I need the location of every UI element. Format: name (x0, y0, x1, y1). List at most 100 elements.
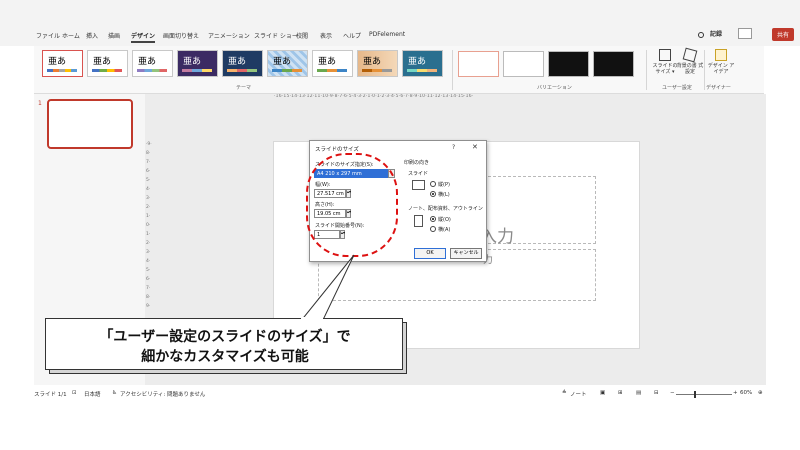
design-ideas-button[interactable]: デザイン アイデア (706, 49, 736, 85)
zoom-out-icon[interactable]: − (670, 390, 675, 396)
portrait-page-icon (414, 215, 423, 227)
zoom-in-icon[interactable]: + (733, 390, 738, 396)
theme-5[interactable]: 亜あ (222, 50, 263, 77)
tab-animations[interactable]: アニメーション (208, 31, 250, 40)
tab-pdfelement[interactable]: PDFelement (369, 31, 405, 38)
callout-line-2: 細かなカスタマイズも可能 (141, 349, 309, 365)
theme-office[interactable]: 亜あ (42, 50, 83, 77)
zoom-slider-track[interactable] (676, 394, 732, 395)
designer-group-label: デザイナー (706, 85, 731, 91)
tab-help[interactable]: ヘルプ (343, 31, 361, 40)
slide-count: スライド 1/1 (34, 392, 67, 398)
ok-button[interactable]: OK (414, 248, 446, 259)
variant-4[interactable] (593, 51, 634, 77)
notes-portrait-radio[interactable] (430, 216, 436, 222)
cancel-button[interactable]: キャンセル (450, 248, 482, 259)
theme-sample-text: 亜あ (48, 57, 67, 67)
theme-8[interactable]: 亜あ (357, 50, 398, 77)
tab-home[interactable]: ホーム (62, 31, 80, 40)
reading-view-icon[interactable]: ▤ (636, 390, 641, 396)
help-button[interactable]: ? (452, 144, 455, 151)
highlight-circle (306, 153, 398, 257)
theme-colors-strip (362, 69, 392, 72)
theme-sample-text: 亜あ (138, 57, 157, 67)
theme-sample-text: 亜あ (183, 57, 202, 67)
powerpoint-window: ファイル ホーム 挿入 描画 デザイン 画面切り替え アニメーション スライド … (0, 0, 800, 450)
theme-sample-text: 亜あ (228, 57, 247, 67)
tab-insert[interactable]: 挿入 (86, 31, 98, 40)
variants-group-label: バリエーション (537, 85, 572, 91)
ribbon-tab-bar: ファイル ホーム 挿入 描画 デザイン 画面切り替え アニメーション スライド … (0, 0, 800, 46)
close-button[interactable]: ✕ (472, 143, 478, 151)
zoom-slider-handle[interactable] (694, 391, 696, 398)
tab-file[interactable]: ファイル (36, 31, 60, 40)
callout-line-1: 「ユーザー設定のスライドのサイズ」で (99, 329, 351, 345)
themes-group-label: テーマ (236, 85, 252, 91)
slide-landscape-radio[interactable] (430, 191, 436, 197)
tab-design[interactable]: デザイン (131, 31, 156, 43)
notes-button[interactable]: ノート (570, 390, 587, 398)
tab-view[interactable]: 表示 (320, 31, 332, 40)
theme-colors-strip (92, 69, 122, 72)
zoom-level[interactable]: 60% (740, 390, 752, 396)
accessibility-icon: ♿ (112, 390, 117, 396)
language-status[interactable]: 日本語 (84, 390, 101, 398)
theme-sample-text: 亜あ (363, 57, 382, 67)
slide-sorter-icon[interactable]: ⊞ (618, 390, 623, 396)
slide-thumbnail[interactable] (47, 99, 133, 149)
top-right-controls: 記録 (697, 29, 722, 38)
slide-portrait-radio[interactable] (430, 181, 436, 187)
slide-orientation-label: スライド (408, 171, 429, 177)
format-background-button[interactable]: 背景の書 式設定 (675, 47, 705, 85)
theme-3[interactable]: 亜あ (132, 50, 173, 77)
ribbon-design: 亜あ 亜あ 亜あ 亜あ 亜あ 亜あ 亜あ 亜あ 亜あ 亜あ テーマ バリエーショ… (34, 46, 764, 94)
slide-size-icon (659, 49, 671, 61)
tab-transitions[interactable]: 画面切り替え (163, 31, 199, 40)
theme-colors-strip (182, 69, 212, 72)
theme-6[interactable]: 亜あ (267, 50, 308, 77)
dialog-title: スライドのサイズ (315, 147, 359, 153)
theme-colors-strip (272, 69, 302, 72)
normal-view-icon[interactable]: ▣ (600, 390, 605, 396)
customize-group-label: ユーザー設定 (662, 85, 692, 91)
theme-7[interactable]: 亜あ (312, 50, 353, 77)
slideshow-icon[interactable]: ⊟ (654, 390, 659, 396)
notes-orientation-label: ノート、配布資料、アウトライン (408, 206, 483, 212)
theme-4[interactable]: 亜あ (177, 50, 218, 77)
landscape-page-icon (412, 180, 425, 190)
theme-sample-text: 亜あ (408, 57, 427, 67)
variant-2[interactable] (503, 51, 544, 77)
slide-landscape-label: 横(L) (438, 192, 450, 198)
design-ideas-label: デザイン アイデア (707, 63, 735, 75)
theme-colors-strip (317, 69, 347, 72)
spellcheck-icon[interactable]: ⊡ (72, 390, 77, 396)
notes-landscape-radio[interactable] (430, 226, 436, 232)
slide-portrait-label: 縦(P) (438, 182, 450, 188)
fit-slide-icon[interactable]: ⊕ (758, 390, 763, 396)
theme-sample-text: 亜あ (318, 57, 337, 67)
ribbon-separator (452, 50, 453, 90)
variant-3[interactable] (548, 51, 589, 77)
annotation-callout: 「ユーザー設定のスライドのサイズ」で 細かなカスタマイズも可能 (45, 318, 403, 370)
format-background-icon (682, 47, 698, 63)
share-button[interactable]: 共有 (771, 28, 794, 41)
theme-sample-text: 亜あ (93, 57, 112, 67)
record-icon (697, 31, 704, 38)
theme-colors-strip (227, 69, 257, 72)
comment-icon[interactable] (738, 28, 752, 39)
theme-10[interactable]: 亜あ (402, 50, 443, 77)
tab-slideshow[interactable]: スライド ショー (254, 31, 298, 40)
variant-1[interactable] (458, 51, 499, 77)
theme-2[interactable]: 亜あ (87, 50, 128, 77)
record-button[interactable]: 記録 (710, 29, 722, 38)
tab-draw[interactable]: 描画 (108, 31, 120, 40)
theme-colors-strip (137, 69, 167, 72)
tab-review[interactable]: 校閲 (296, 31, 308, 40)
format-background-label: 背景の書 式設定 (676, 63, 704, 75)
theme-colors-strip (407, 69, 437, 72)
accessibility-status[interactable]: アクセシビリティ: 問題ありません (120, 390, 205, 398)
design-ideas-icon (715, 49, 727, 61)
ribbon-separator (646, 50, 647, 90)
notes-portrait-label: 縦(O) (438, 217, 451, 223)
ribbon-separator (704, 50, 705, 90)
